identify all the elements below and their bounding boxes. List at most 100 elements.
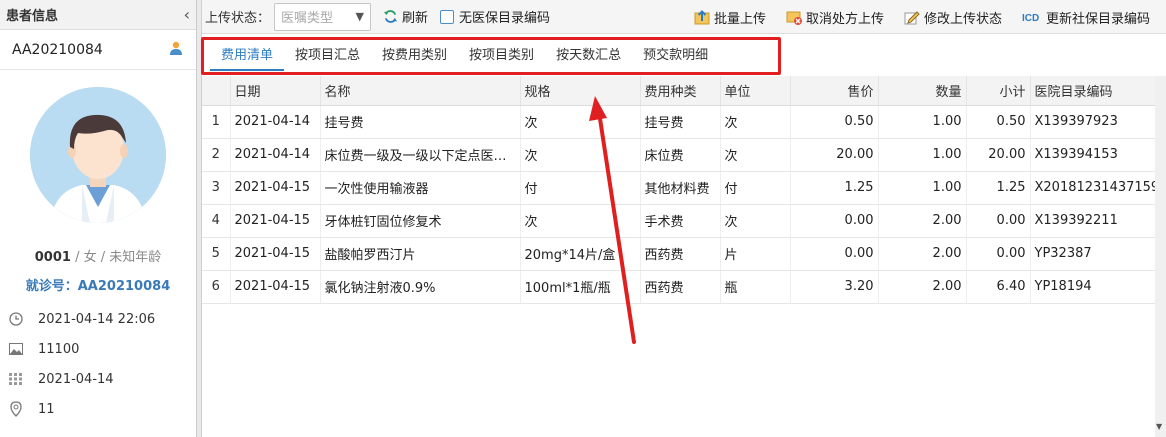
col-header-spec[interactable]: 规格 xyxy=(520,76,641,106)
update-code-button[interactable]: ICD 更新社保目录编码 xyxy=(1022,8,1150,27)
modify-status-button[interactable]: 修改上传状态 xyxy=(904,8,1002,27)
update-code-label: 更新社保目录编码 xyxy=(1045,11,1150,27)
cell-quantity: 2.00 xyxy=(878,270,967,304)
cell-fee-type: 挂号费 xyxy=(640,105,721,139)
order-type-placeholder: 医嘱类型 xyxy=(281,11,334,26)
user-profile-icon[interactable] xyxy=(168,40,184,60)
table-row[interactable]: 3 2021-04-15 一次性使用输液器 付 其他材料费 付 1.25 1.0… xyxy=(202,171,1155,205)
cell-quantity: 2.00 xyxy=(878,237,967,271)
cell-unit: 付 xyxy=(720,171,791,205)
col-header-fee-type[interactable]: 费用种类 xyxy=(640,76,721,106)
row-index: 6 xyxy=(202,270,231,304)
cancel-upload-button[interactable]: 取消处方上传 xyxy=(786,8,884,27)
cell-date: 2021-04-15 xyxy=(230,270,321,304)
tab-fee-list[interactable]: 费用清单 xyxy=(210,41,285,71)
cell-fee-type: 西药费 xyxy=(640,237,721,271)
detail-date-value: 2021-04-14 xyxy=(38,371,114,387)
refresh-label: 刷新 xyxy=(402,11,429,26)
refresh-button[interactable]: 刷新 xyxy=(383,7,428,26)
cell-date: 2021-04-14 xyxy=(230,138,321,172)
detail-admission-time: 2021-04-14 22:06 xyxy=(0,304,196,334)
col-header-quantity[interactable]: 数量 xyxy=(878,76,967,106)
detail-location: 11 xyxy=(0,394,196,424)
col-header-subtotal[interactable]: 小计 xyxy=(966,76,1031,106)
cell-catalog-code: X20181231437159475 xyxy=(1030,171,1155,205)
row-index: 4 xyxy=(202,204,231,238)
cell-subtotal: 20.00 xyxy=(966,138,1031,172)
cell-spec: 20mg*14片/盒 xyxy=(520,237,641,271)
patient-number: 0001 xyxy=(34,250,71,265)
cell-spec: 100ml*1瓶/瓶 xyxy=(520,270,641,304)
cell-spec: 次 xyxy=(520,138,641,172)
cell-catalog-code: X139394153 xyxy=(1030,138,1155,172)
batch-upload-button[interactable]: 批量上传 xyxy=(694,8,766,27)
patient-panel-header: 患者信息 ‹ xyxy=(0,0,196,30)
cell-name: 盐酸帕罗西汀片 xyxy=(320,237,521,271)
col-header-name[interactable]: 名称 xyxy=(320,76,521,106)
cell-price: 0.00 xyxy=(790,237,879,271)
col-header-unit[interactable]: 单位 xyxy=(720,76,791,106)
collapse-panel-icon[interactable]: ‹ xyxy=(184,6,190,23)
cell-quantity: 1.00 xyxy=(878,171,967,205)
tab-by-item-category[interactable]: 按项目类别 xyxy=(458,41,545,71)
image-icon xyxy=(8,341,24,357)
cell-date: 2021-04-15 xyxy=(230,171,321,205)
upload-status-label: 上传状态： xyxy=(205,11,271,26)
tab-by-fee-category[interactable]: 按费用类别 xyxy=(371,41,458,71)
vertical-scrollbar[interactable]: ▼ xyxy=(1155,76,1166,437)
tab-bar: 费用清单 按项目汇总 按费用类别 按项目类别 按天数汇总 预交款明细 xyxy=(206,40,719,72)
cell-fee-type: 床位费 xyxy=(640,138,721,172)
patient-gender-age: / 女 / 未知年龄 xyxy=(70,250,162,265)
cell-name: 氯化钠注射液0.9% xyxy=(320,270,521,304)
table-header-row: 日期 名称 规格 费用种类 单位 售价 数量 小计 医院目录编码 xyxy=(202,76,1156,106)
row-index: 5 xyxy=(202,237,231,271)
detail-code: 11100 xyxy=(0,334,196,364)
table-row[interactable]: 4 2021-04-15 牙体桩钉固位修复术 次 手术费 次 0.00 2.00… xyxy=(202,204,1155,238)
row-index: 2 xyxy=(202,138,231,172)
order-type-select[interactable]: 医嘱类型 ▼ xyxy=(274,2,372,31)
col-header-catalog-code[interactable]: 医院目录编码 xyxy=(1030,76,1156,106)
chevron-down-icon: ▼ xyxy=(355,10,365,23)
col-header-index[interactable] xyxy=(202,76,231,106)
cell-unit: 次 xyxy=(720,138,791,172)
no-catalog-checkbox[interactable]: 无医保目录编码 xyxy=(440,7,550,26)
cell-price: 3.20 xyxy=(790,270,879,304)
tab-prepayment-detail[interactable]: 预交款明细 xyxy=(632,41,719,71)
table-row[interactable]: 5 2021-04-15 盐酸帕罗西汀片 20mg*14片/盒 西药费 片 0.… xyxy=(202,237,1155,271)
cell-name: 床位费一级及一级以下定点医疗机构 xyxy=(320,138,521,172)
cancel-upload-label: 取消处方上传 xyxy=(805,11,884,27)
table-row[interactable]: 2 2021-04-14 床位费一级及一级以下定点医疗机构 次 床位费 次 20… xyxy=(202,138,1155,172)
cell-fee-type: 西药费 xyxy=(640,270,721,304)
col-header-price[interactable]: 售价 xyxy=(790,76,879,106)
table-row[interactable]: 1 2021-04-14 挂号费 次 挂号费 次 0.50 1.00 0.50 … xyxy=(202,105,1155,139)
cell-subtotal: 1.25 xyxy=(966,171,1031,205)
cell-fee-type: 其他材料费 xyxy=(640,171,721,205)
cell-date: 2021-04-15 xyxy=(230,237,321,271)
tab-by-item-summary[interactable]: 按项目汇总 xyxy=(284,41,371,71)
batch-upload-label: 批量上传 xyxy=(713,11,766,27)
cell-quantity: 1.00 xyxy=(878,138,967,172)
cell-unit: 片 xyxy=(720,237,791,271)
cell-unit: 次 xyxy=(720,204,791,238)
no-catalog-label: 无医保目录编码 xyxy=(459,11,551,26)
fee-table: 日期 名称 规格 费用种类 单位 售价 数量 小计 医院目录编码 1 2021-… xyxy=(202,76,1156,304)
scroll-down-arrow-icon[interactable]: ▼ xyxy=(1156,422,1162,431)
cell-unit: 瓶 xyxy=(720,270,791,304)
cell-subtotal: 0.00 xyxy=(966,237,1031,271)
modify-status-label: 修改上传状态 xyxy=(923,11,1002,27)
clock-icon xyxy=(8,311,24,327)
table-row[interactable]: 6 2021-04-15 氯化钠注射液0.9% 100ml*1瓶/瓶 西药费 瓶… xyxy=(202,270,1155,304)
patient-panel: 患者信息 ‹ AA20210084 0001 / 女 / 未知年龄 就诊号：AA… xyxy=(0,0,197,437)
cell-spec: 次 xyxy=(520,105,641,139)
cell-date: 2021-04-15 xyxy=(230,204,321,238)
tab-by-days-summary[interactable]: 按天数汇总 xyxy=(545,41,632,71)
admission-time: 2021-04-14 22:06 xyxy=(38,311,156,327)
detail-date: 2021-04-14 xyxy=(0,364,196,394)
cell-price: 0.50 xyxy=(790,105,879,139)
patient-id-row: AA20210084 xyxy=(0,30,196,70)
patient-id: AA20210084 xyxy=(12,41,103,58)
svg-text:ICD: ICD xyxy=(1022,13,1039,24)
patient-panel-title: 患者信息 xyxy=(6,9,59,24)
col-header-date[interactable]: 日期 xyxy=(230,76,321,106)
cell-date: 2021-04-14 xyxy=(230,105,321,139)
